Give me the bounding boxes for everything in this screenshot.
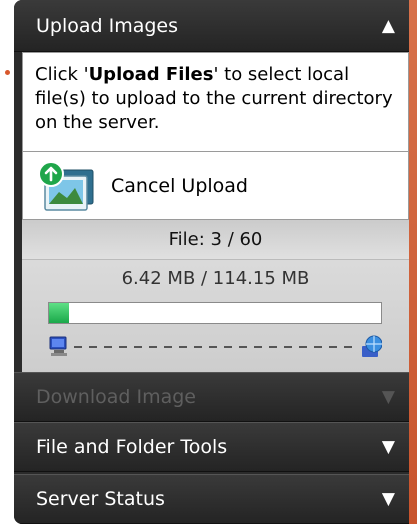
image-manager-panel: Upload Images ▲ Click 'Upload Files' to … [14,0,417,524]
upload-progress-area: File: 3 / 60 6.42 MB / 114.15 MB [22,220,409,372]
file-folder-tools-header[interactable]: File and Folder Tools ▼ [14,422,409,472]
cancel-upload-button[interactable]: Cancel Upload [22,152,409,220]
instructions-prefix: Click ' [35,64,89,85]
transfer-indicator [48,334,382,360]
download-image-title: Download Image [36,386,196,408]
upload-images-icon [38,161,94,211]
file-folder-tools-title: File and Folder Tools [36,436,228,458]
upload-instructions: Click 'Upload Files' to select local fil… [22,52,409,152]
cancel-upload-label: Cancel Upload [111,174,248,197]
file-count: File: 3 / 60 [22,220,409,260]
server-globe-icon [362,335,382,357]
upload-progress-fill [49,303,69,323]
upload-size: 6.42 MB / 114.15 MB [121,268,310,289]
upload-images-header[interactable]: Upload Images ▲ [14,0,409,52]
computer-icon [49,336,67,356]
accent-dot [5,70,10,75]
upload-progress-bar [48,302,382,324]
download-image-header: Download Image ▼ [14,372,409,422]
expand-arrow-icon: ▼ [381,387,395,407]
accent-edge [409,0,417,524]
expand-arrow-icon[interactable]: ▼ [382,489,395,509]
server-status-header[interactable]: Server Status ▼ [14,474,409,524]
collapse-arrow-icon[interactable]: ▲ [382,16,395,36]
expand-arrow-icon[interactable]: ▼ [382,437,395,457]
server-status-title: Server Status [36,488,165,510]
upload-images-title: Upload Images [36,14,179,37]
instructions-button-name: Upload Files [88,64,214,85]
